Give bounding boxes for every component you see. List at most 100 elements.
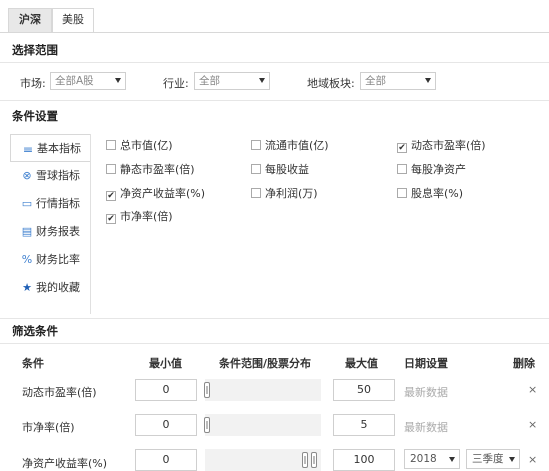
checkbox-box[interactable] <box>251 188 261 198</box>
checkbox-box-checked[interactable]: ✔ <box>106 191 116 201</box>
checkbox-pb[interactable]: ✔ 市净率(倍) <box>106 210 173 224</box>
checkbox-box[interactable] <box>106 140 116 150</box>
max-input-pb[interactable]: 5 <box>333 414 395 436</box>
nav-market-indicators[interactable]: ▭ 行情指标 <box>10 190 88 218</box>
max-input-roe[interactable]: 100 <box>333 449 395 471</box>
checkbox-net-profit[interactable]: 净利润(万) <box>251 187 318 201</box>
min-input-pb[interactable]: 0 <box>135 414 197 436</box>
row-label-roe: 净资产收益率(%) <box>22 457 108 470</box>
checkbox-label: 流通市值(亿) <box>265 139 329 152</box>
date-placeholder: 最新数据 <box>404 386 448 399</box>
filter-divider-top <box>0 318 549 319</box>
header-date: 日期设置 <box>404 357 448 370</box>
delete-row-button[interactable]: × <box>528 383 537 396</box>
checkbox-dynamic-pe[interactable]: ✔ 动态市盈率(倍) <box>397 139 486 153</box>
checkbox-box[interactable] <box>397 164 407 174</box>
checkbox-box-checked[interactable]: ✔ <box>397 143 407 153</box>
delete-row-button[interactable]: × <box>528 418 537 431</box>
checkbox-label: 市净率(倍) <box>120 210 173 223</box>
checkbox-label: 股息率(%) <box>411 187 464 200</box>
min-input-roe[interactable]: 0 <box>135 449 197 471</box>
tab-us-stocks[interactable]: 美股 <box>52 8 94 32</box>
checkbox-box-checked[interactable]: ✔ <box>106 214 116 224</box>
market-label: 市场: <box>20 77 46 90</box>
scope-section-title: 选择范围 <box>12 43 58 57</box>
chevron-down-icon <box>425 78 431 83</box>
indicator-category-nav: 𝍢 基本指标 ⊗ 雪球指标 ▭ 行情指标 ▤ 财务报表 % 财务比率 ★ 我的收藏 <box>10 134 90 302</box>
slider-handle-min[interactable] <box>204 417 210 433</box>
snowball-icon: ⊗ <box>22 169 32 182</box>
industry-select-value: 全部 <box>199 75 220 87</box>
slider-handle-min[interactable] <box>204 382 210 398</box>
quarter-select[interactable]: 三季度 <box>466 449 520 469</box>
max-input-dynamic-pe[interactable]: 50 <box>333 379 395 401</box>
checkbox-box[interactable] <box>251 140 261 150</box>
chevron-down-icon <box>259 78 265 83</box>
nav-label: 财务比率 <box>36 253 80 266</box>
conditions-section-title: 条件设置 <box>12 109 58 123</box>
checkbox-label: 每股收益 <box>265 163 309 176</box>
nav-label: 雪球指标 <box>36 169 80 182</box>
checkbox-label: 净资产收益率(%) <box>120 187 206 200</box>
year-select[interactable]: 2018 <box>404 449 460 469</box>
bar-chart-icon: 𝍢 <box>23 142 33 155</box>
region-label: 地域板块: <box>307 77 355 90</box>
header-range: 条件范围/股票分布 <box>219 357 312 370</box>
date-placeholder: 最新数据 <box>404 421 448 434</box>
nav-rail-divider <box>90 134 91 314</box>
nav-xueqiu-indicators[interactable]: ⊗ 雪球指标 <box>10 162 88 190</box>
checkbox-label: 静态市盈率(倍) <box>120 163 195 176</box>
nav-label: 行情指标 <box>36 197 80 210</box>
industry-label: 行业: <box>163 77 189 90</box>
checkbox-label: 净利润(万) <box>265 187 318 200</box>
chevron-down-icon <box>449 457 455 462</box>
checkbox-box[interactable] <box>397 188 407 198</box>
header-delete: 删除 <box>513 357 535 370</box>
range-slider-dynamic-pe[interactable] <box>204 379 321 401</box>
range-slider-pb[interactable] <box>204 414 321 436</box>
market-tabbar: 沪深 美股 <box>0 0 549 33</box>
nav-label: 我的收藏 <box>36 281 80 294</box>
document-icon: ▤ <box>21 225 33 238</box>
quarter-select-value: 三季度 <box>472 453 504 465</box>
checkbox-static-pe[interactable]: 静态市盈率(倍) <box>106 163 195 177</box>
checkbox-float-market-cap[interactable]: 流通市值(亿) <box>251 139 329 153</box>
row-label-dynamic-pe: 动态市盈率(倍) <box>22 386 97 399</box>
nav-financial-statements[interactable]: ▤ 财务报表 <box>10 218 88 246</box>
slider-handle-max[interactable] <box>311 452 317 468</box>
checkbox-roe[interactable]: ✔ 净资产收益率(%) <box>106 187 205 201</box>
nav-my-favorites[interactable]: ★ 我的收藏 <box>10 274 88 302</box>
checkbox-label: 每股净资产 <box>411 163 466 176</box>
filter-divider <box>0 343 549 344</box>
industry-select[interactable]: 全部 <box>194 72 270 90</box>
min-input-dynamic-pe[interactable]: 0 <box>135 379 197 401</box>
checkbox-box[interactable] <box>106 164 116 174</box>
header-max: 最大值 <box>345 357 378 370</box>
row-label-pb: 市净率(倍) <box>22 421 75 434</box>
conditions-divider-top <box>0 100 549 101</box>
region-select[interactable]: 全部 <box>360 72 436 90</box>
nav-basic-indicators[interactable]: 𝍢 基本指标 <box>10 134 90 162</box>
range-slider-roe[interactable] <box>205 449 321 471</box>
checkbox-label: 动态市盈率(倍) <box>411 139 486 152</box>
checkbox-box[interactable] <box>251 164 261 174</box>
checkbox-total-market-cap[interactable]: 总市值(亿) <box>106 139 173 153</box>
percent-icon: % <box>21 253 33 266</box>
checkbox-dividend-yield[interactable]: 股息率(%) <box>397 187 463 201</box>
chevron-down-icon <box>115 78 121 83</box>
year-select-value: 2018 <box>410 453 437 465</box>
star-icon: ★ <box>22 281 32 294</box>
header-min: 最小值 <box>149 357 182 370</box>
header-condition: 条件 <box>22 357 44 370</box>
tab-shanghai-shenzhen[interactable]: 沪深 <box>8 8 52 32</box>
checkbox-label: 总市值(亿) <box>120 139 173 152</box>
filter-section-title: 筛选条件 <box>12 324 58 338</box>
nav-financial-ratios[interactable]: % 财务比率 <box>10 246 88 274</box>
checkbox-eps[interactable]: 每股收益 <box>251 163 309 177</box>
market-select[interactable]: 全部A股 <box>50 72 126 90</box>
checkbox-bvps[interactable]: 每股净资产 <box>397 163 466 177</box>
scope-divider <box>0 62 549 63</box>
market-select-value: 全部A股 <box>55 75 94 87</box>
slider-handle-min[interactable] <box>302 452 308 468</box>
delete-row-button[interactable]: × <box>528 453 537 466</box>
